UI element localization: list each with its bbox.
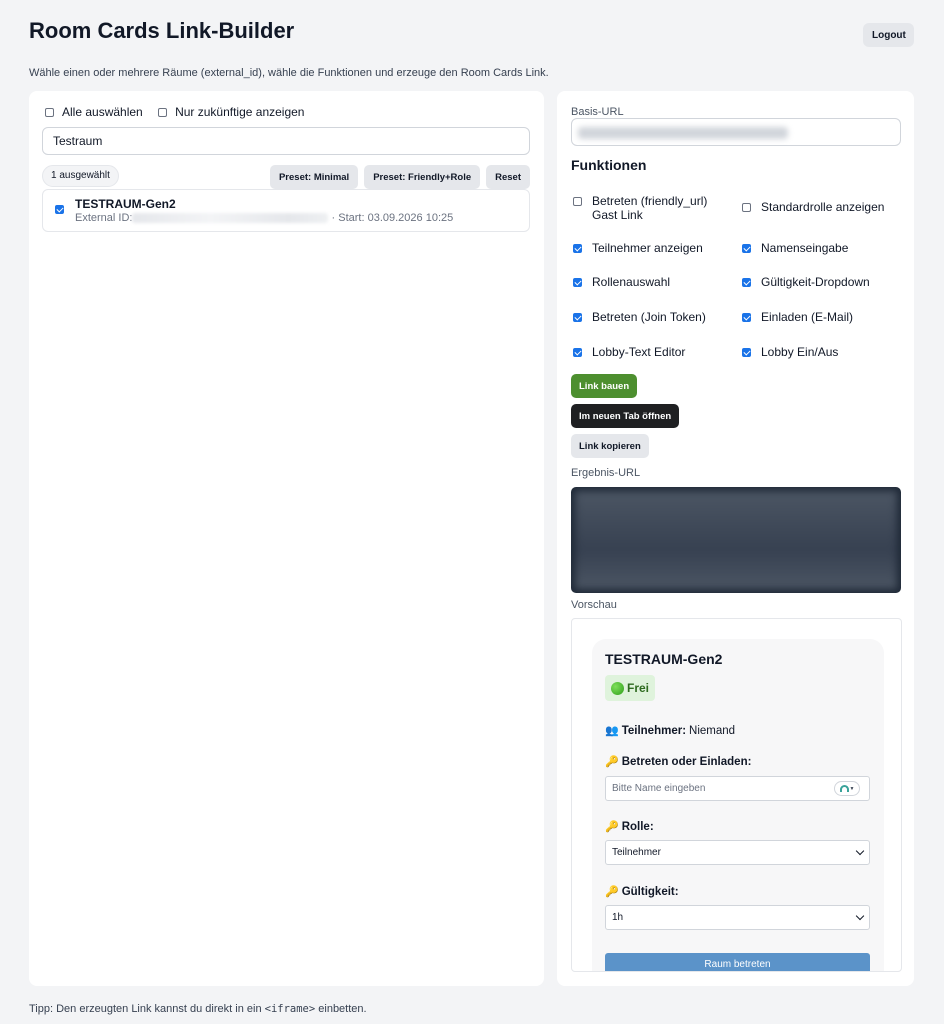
- function-validity-dropdown[interactable]: Gültigkeit-Dropdown: [742, 275, 870, 289]
- function-name-input[interactable]: Namenseingabe: [742, 241, 848, 255]
- function-label: Gültigkeit-Dropdown: [761, 275, 870, 289]
- name-input[interactable]: [605, 776, 870, 801]
- room-name: TESTRAUM-Gen2: [75, 197, 176, 211]
- function-checkbox[interactable]: [573, 197, 582, 206]
- room-search-input[interactable]: [42, 127, 530, 155]
- room-selection-panel: Alle auswählen Nur zukünftige anzeigen 1…: [29, 91, 544, 986]
- function-checkbox[interactable]: [573, 348, 582, 357]
- function-label: Lobby-Text Editor: [592, 345, 686, 359]
- tip-prefix: Tipp: Den erzeugten Link kannst du direk…: [29, 1003, 265, 1015]
- function-label: Rollenauswahl: [592, 275, 671, 289]
- function-checkbox[interactable]: [742, 313, 751, 322]
- tip-code: <iframe>: [264, 1003, 316, 1015]
- function-checkbox[interactable]: [742, 244, 751, 253]
- build-link-button[interactable]: Link bauen: [571, 374, 638, 398]
- footer-tip: Tipp: Den erzeugten Link kannst du direk…: [29, 1003, 367, 1015]
- header: Room Cards Link-Builder Logout: [29, 18, 914, 58]
- select-all-option[interactable]: Alle auswählen: [45, 105, 143, 119]
- basis-url-input[interactable]: [571, 118, 901, 146]
- join-invite-row: 🔑 Betreten oder Einladen:: [605, 755, 752, 769]
- status-badge: Frei: [605, 675, 656, 701]
- page-subtitle: Wähle einen oder mehrere Räume (external…: [29, 67, 549, 79]
- open-new-tab-button[interactable]: Im neuen Tab öffnen: [571, 404, 680, 428]
- external-id-label: External ID:: [75, 212, 133, 224]
- join-room-button[interactable]: Raum betreten: [605, 953, 870, 971]
- key-icon: 🔑: [605, 886, 619, 898]
- preview-iframe[interactable]: TESTRAUM-Gen2 Frei 👥 Teilnehmer: Niemand…: [571, 618, 902, 972]
- participants-value: Niemand: [689, 724, 736, 737]
- reset-button[interactable]: Reset: [486, 165, 530, 189]
- function-label: Teilnehmer anzeigen: [592, 241, 703, 255]
- password-manager-icon[interactable]: ▼: [834, 781, 860, 796]
- function-show-participants[interactable]: Teilnehmer anzeigen: [573, 241, 703, 255]
- validity-select[interactable]: 1h: [605, 905, 870, 930]
- validity-select-value: 1h: [612, 912, 624, 923]
- room-meta: External ID: · Start: 03.09.2026 10:25: [75, 212, 453, 224]
- function-label: Standardrolle anzeigen: [761, 200, 885, 214]
- chevron-down-icon: [855, 911, 865, 921]
- room-card-title: TESTRAUM-Gen2: [605, 651, 723, 667]
- key-icon: 🔑: [605, 756, 619, 768]
- tip-suffix: einbetten.: [315, 1003, 367, 1015]
- people-icon: 👥: [605, 725, 619, 737]
- validity-label: Gültigkeit:: [621, 885, 679, 898]
- function-friendly-url[interactable]: Betreten (friendly_url) Gast Link: [573, 194, 723, 222]
- future-only-option[interactable]: Nur zukünftige anzeigen: [158, 105, 304, 119]
- room-card: TESTRAUM-Gen2 Frei 👥 Teilnehmer: Niemand…: [592, 639, 884, 971]
- function-label: Namenseingabe: [761, 241, 849, 255]
- function-join-token[interactable]: Betreten (Join Token): [573, 310, 706, 324]
- role-select[interactable]: Teilnehmer: [605, 840, 870, 865]
- preset-friendly-role-button[interactable]: Preset: Friendly+Role: [364, 165, 481, 189]
- link-config-panel: Basis-URL Funktionen Betreten (friendly_…: [557, 91, 914, 986]
- basis-url-label: Basis-URL: [571, 106, 624, 118]
- participants-label: Teilnehmer:: [621, 724, 687, 737]
- room-list-item[interactable]: TESTRAUM-Gen2 External ID: · Start: 03.0…: [42, 189, 530, 232]
- filter-options: Alle auswählen Nur zukünftige anzeigen: [45, 105, 316, 120]
- join-invite-label: Betreten oder Einladen:: [621, 755, 752, 768]
- preset-toolbar: Preset: Minimal Preset: Friendly+Role Re…: [269, 165, 530, 189]
- redacted-basis-url: [578, 127, 788, 139]
- logout-button[interactable]: Logout: [863, 23, 914, 47]
- participants-row: 👥 Teilnehmer: Niemand: [605, 724, 736, 738]
- redacted-external-id: [132, 213, 329, 224]
- function-label: Lobby Ein/Aus: [761, 345, 839, 359]
- role-label: Rolle:: [621, 820, 654, 833]
- preview-label: Vorschau: [571, 599, 617, 611]
- room-start: · Start: 03.09.2026 10:25: [331, 212, 454, 224]
- select-all-label: Alle auswählen: [62, 105, 143, 119]
- functions-heading: Funktionen: [571, 157, 647, 173]
- result-url-label: Ergebnis-URL: [571, 467, 641, 479]
- function-checkbox[interactable]: [742, 348, 751, 357]
- function-label: Betreten (Join Token): [592, 310, 706, 324]
- function-checkbox[interactable]: [573, 313, 582, 322]
- status-text: Frei: [627, 681, 650, 695]
- future-only-checkbox[interactable]: [158, 107, 168, 117]
- room-checkbox[interactable]: [55, 205, 64, 214]
- function-checkbox[interactable]: [742, 278, 751, 287]
- redacted-result-url: [575, 491, 897, 589]
- select-all-checkbox[interactable]: [45, 107, 54, 117]
- selected-count-badge: 1 ausgewählt: [42, 165, 119, 187]
- function-checkbox[interactable]: [573, 244, 582, 253]
- result-url-output[interactable]: [571, 487, 901, 593]
- page-title: Room Cards Link-Builder: [29, 18, 295, 43]
- role-row: 🔑 Rolle:: [605, 820, 654, 834]
- chevron-down-icon: [855, 846, 865, 856]
- function-invite-email[interactable]: Einladen (E-Mail): [742, 310, 853, 324]
- copy-link-button[interactable]: Link kopieren: [571, 434, 649, 458]
- key-icon: 🔑: [605, 821, 619, 833]
- green-circle-icon: [611, 681, 624, 695]
- function-label: Einladen (E-Mail): [761, 310, 854, 324]
- future-only-label: Nur zukünftige anzeigen: [175, 105, 305, 119]
- function-label: Betreten (friendly_url) Gast Link: [592, 194, 708, 222]
- function-checkbox[interactable]: [742, 203, 751, 212]
- validity-row: 🔑 Gültigkeit:: [605, 885, 679, 899]
- function-role-select[interactable]: Rollenauswahl: [573, 275, 670, 289]
- function-checkbox[interactable]: [573, 278, 582, 287]
- role-select-value: Teilnehmer: [612, 847, 661, 858]
- preset-minimal-button[interactable]: Preset: Minimal: [269, 165, 359, 189]
- function-default-role[interactable]: Standardrolle anzeigen: [742, 200, 884, 214]
- function-lobby-toggle[interactable]: Lobby Ein/Aus: [742, 345, 838, 359]
- function-lobby-editor[interactable]: Lobby-Text Editor: [573, 345, 685, 359]
